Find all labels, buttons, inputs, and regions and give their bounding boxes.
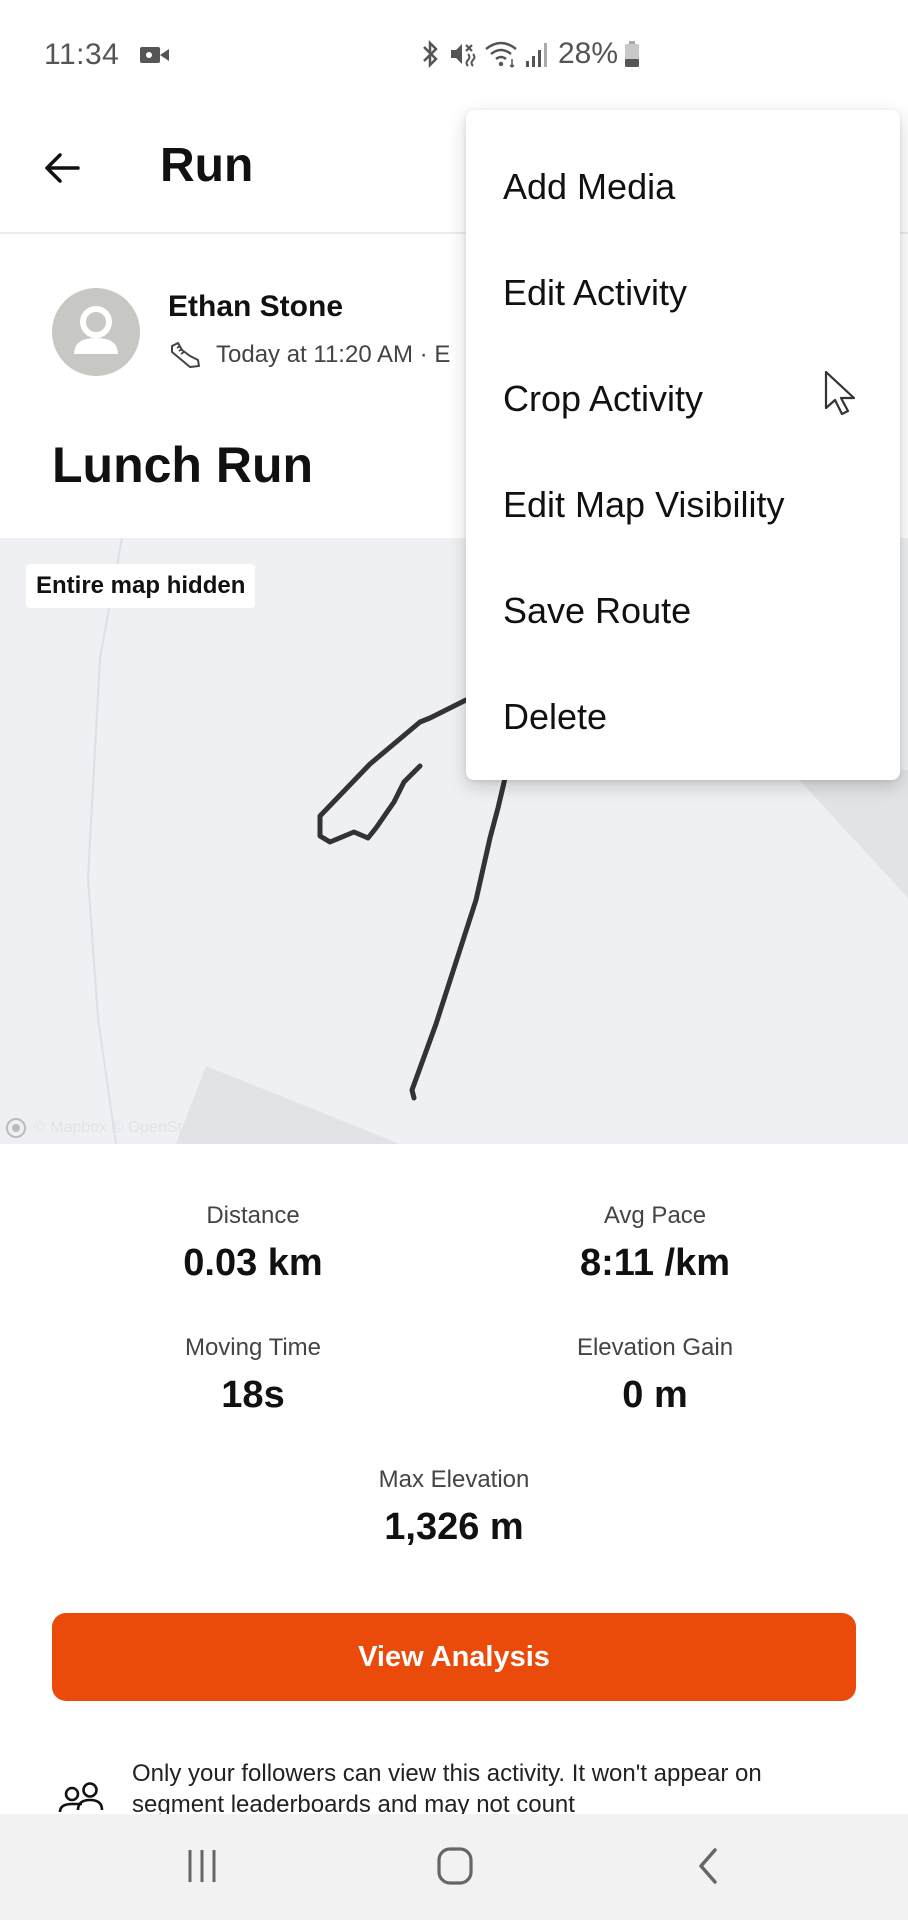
- battery-percent: 28%: [558, 37, 619, 70]
- stat-elevation-gain: Elevation Gain 0 m: [505, 1334, 805, 1417]
- status-time: 11:34: [44, 38, 120, 71]
- privacy-note: Only your followers can view this activi…: [0, 1752, 908, 1814]
- activity-meta-text: Today at 11:20 AM · E: [216, 341, 451, 368]
- mute-vibrate-icon: [451, 44, 476, 67]
- stat-label: Moving Time: [184, 1334, 322, 1361]
- map-landuse-shape: [790, 770, 908, 898]
- athlete-name[interactable]: Ethan Stone: [168, 290, 343, 324]
- stat-value: 18s: [221, 1374, 285, 1416]
- map-road: [86, 538, 123, 1144]
- overflow-menu: Add Media Edit Activity Crop Activity Ed…: [466, 110, 900, 780]
- stat-max-elevation: Max Elevation 1,326 m: [304, 1466, 604, 1549]
- page-title: Run: [160, 139, 254, 192]
- stat-avg-pace: Avg Pace 8:11 /km: [505, 1202, 805, 1285]
- home-icon: [437, 1847, 473, 1885]
- activity-title: Lunch Run: [52, 437, 314, 493]
- back-button[interactable]: [38, 144, 86, 192]
- avatar[interactable]: [52, 288, 140, 376]
- route-line: [409, 771, 509, 1101]
- signal-icon: [526, 43, 547, 67]
- attribution-text: © Mapbox © OpenStreetMap: [34, 1119, 241, 1136]
- stat-label: Avg Pace: [603, 1202, 707, 1229]
- running-shoe-icon: [171, 342, 200, 368]
- route-line: [317, 697, 469, 845]
- recent-apps-button[interactable]: [162, 1838, 242, 1894]
- default-user-icon: [74, 306, 118, 354]
- system-back-button[interactable]: [668, 1838, 748, 1894]
- back-icon: [699, 1848, 717, 1884]
- stat-value: 1,326 m: [384, 1506, 524, 1548]
- stat-value: 0.03 km: [183, 1242, 323, 1284]
- stat-label: Elevation Gain: [576, 1334, 734, 1361]
- menu-item-save-route[interactable]: Save Route: [466, 558, 900, 664]
- menu-item-add-media[interactable]: Add Media: [466, 134, 900, 240]
- activity-meta: Today at 11:20 AM · E: [168, 340, 450, 370]
- home-button[interactable]: [415, 1838, 495, 1894]
- wifi-icon: [485, 41, 517, 69]
- stat-label: Distance: [206, 1202, 300, 1229]
- status-bar: 11:34 28%: [0, 0, 908, 110]
- view-analysis-button[interactable]: View Analysis: [52, 1613, 856, 1701]
- stat-distance: Distance 0.03 km: [103, 1202, 403, 1285]
- status-icons: 28%: [420, 36, 640, 72]
- map-attribution[interactable]: © Mapbox © OpenStreetMap: [6, 1118, 241, 1138]
- bluetooth-icon: [423, 39, 438, 69]
- menu-item-delete[interactable]: Delete: [466, 664, 900, 770]
- stat-value: 0 m: [622, 1374, 688, 1416]
- stat-label: Max Elevation: [378, 1466, 530, 1493]
- menu-item-crop-activity[interactable]: Crop Activity: [466, 346, 900, 452]
- privacy-text: Only your followers can view this activi…: [132, 1760, 762, 1814]
- followers-icon: [58, 1782, 104, 1813]
- map-hidden-badge: Entire map hidden: [26, 564, 256, 608]
- video-record-icon: [140, 47, 169, 63]
- stat-value: 8:11 /km: [580, 1242, 730, 1284]
- stat-moving-time: Moving Time 18s: [103, 1334, 403, 1417]
- mapbox-logo-icon: [6, 1118, 26, 1138]
- recent-apps-icon: [188, 1850, 216, 1882]
- system-nav-bar: [0, 1814, 908, 1920]
- stats-grid: Distance 0.03 km Avg Pace 8:11 /km Movin…: [0, 1160, 908, 1560]
- menu-item-edit-map-visibility[interactable]: Edit Map Visibility: [466, 452, 900, 558]
- battery-icon: [625, 41, 640, 67]
- arrow-left-icon: [45, 153, 80, 183]
- menu-item-edit-activity[interactable]: Edit Activity: [466, 240, 900, 346]
